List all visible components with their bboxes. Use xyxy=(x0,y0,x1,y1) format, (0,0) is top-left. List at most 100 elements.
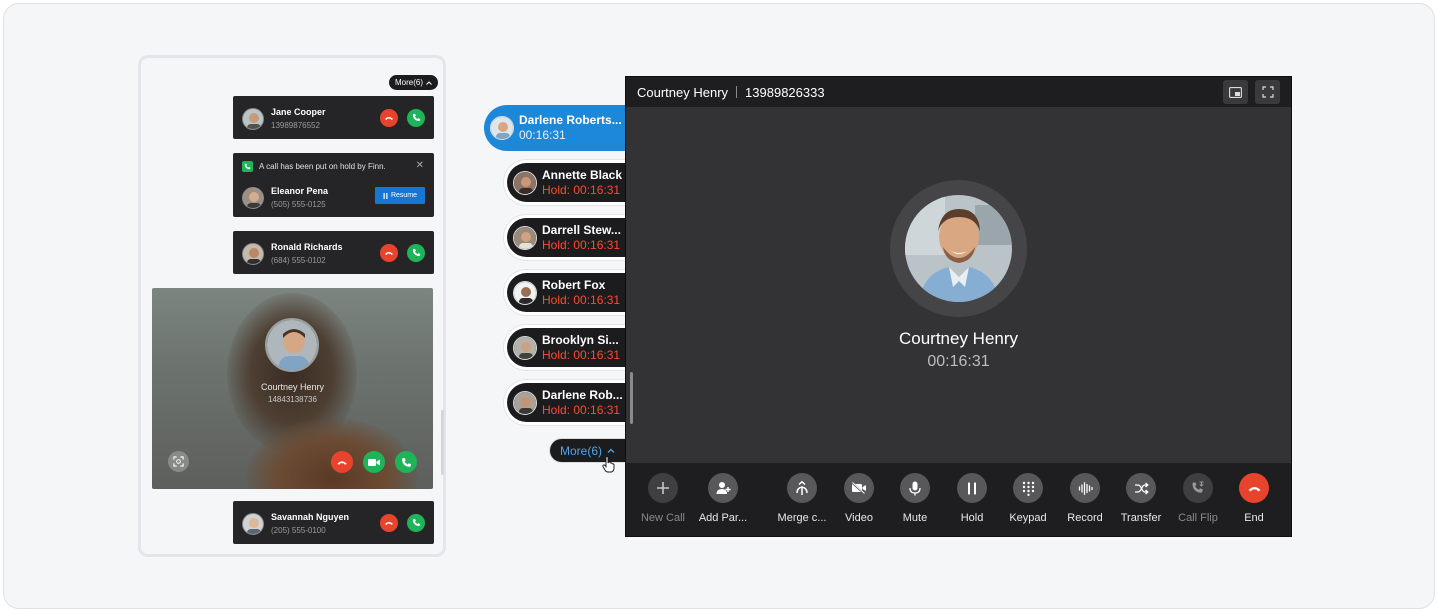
call-list-item[interactable]: Darlene Rob... Hold: 00:16:31 xyxy=(504,380,626,425)
active-call-window: Courtney Henry 13989826333 Courtney Henr… xyxy=(625,76,1292,537)
avatar xyxy=(242,242,264,265)
call-list-name: Darlene Roberts... xyxy=(519,113,622,127)
hold-notification-card: A call has been put on hold by Finn. ✕ E… xyxy=(233,153,434,217)
header-caller-number: 13989826333 xyxy=(745,84,825,100)
pause-icon xyxy=(968,482,976,494)
transfer-button[interactable]: Transfer xyxy=(1109,473,1173,524)
answer-button[interactable] xyxy=(407,108,425,127)
caller-name: Courtney Henry xyxy=(260,382,325,392)
incoming-video-call-card[interactable]: Courtney Henry 14843138736 xyxy=(152,288,433,489)
answer-button[interactable] xyxy=(407,513,425,532)
answer-button[interactable] xyxy=(407,243,425,262)
avatar xyxy=(513,390,537,415)
stack-more-button[interactable]: More(6) xyxy=(389,75,439,90)
plus-icon xyxy=(657,482,669,494)
tool-label: New Call xyxy=(640,512,685,524)
scrollbar[interactable] xyxy=(441,410,444,475)
close-icon[interactable]: ✕ xyxy=(416,161,424,171)
merge-calls-button[interactable]: Merge c... xyxy=(770,473,834,524)
keypad-button[interactable]: Keypad xyxy=(996,473,1060,524)
tool-label: Record xyxy=(1067,512,1103,524)
caller-name: Ronald Richards xyxy=(271,242,343,252)
answer-video-button[interactable] xyxy=(363,451,385,473)
video-button[interactable]: Video xyxy=(827,473,891,524)
decline-button[interactable] xyxy=(380,513,398,532)
call-duration: 00:16:31 xyxy=(927,353,990,370)
tool-label: Hold xyxy=(960,512,984,524)
call-flip-icon xyxy=(1192,481,1204,493)
avatar xyxy=(265,318,319,372)
call-list-name: Robert Fox xyxy=(542,277,606,292)
incoming-call-card[interactable]: Ronald Richards (684) 555-0102 xyxy=(233,231,434,274)
call-toolbar: New Call Add Par... Merge c... Video Mut… xyxy=(626,463,1291,536)
caller-number: (205) 555-0100 xyxy=(271,526,326,535)
call-window-header: Courtney Henry 13989826333 xyxy=(626,77,1291,107)
hangup-icon xyxy=(385,116,393,120)
caller-number: (505) 555-0125 xyxy=(271,200,326,209)
keypad-icon xyxy=(1022,481,1034,496)
picture-in-picture-icon xyxy=(1229,86,1242,98)
incoming-call-card[interactable]: Savannah Nguyen (205) 555-0100 xyxy=(233,501,434,544)
fullscreen-icon xyxy=(1261,86,1274,98)
call-list-time: Hold: 00:16:31 xyxy=(542,182,621,197)
caller-number: 13989876552 xyxy=(271,121,320,130)
end-call-button[interactable]: End xyxy=(1222,473,1286,524)
avatar xyxy=(905,195,1012,302)
call-list-item[interactable]: Annette Black Hold: 00:16:31 xyxy=(504,160,626,205)
add-participant-button[interactable]: Add Par... xyxy=(691,473,755,524)
caller-name: Savannah Nguyen xyxy=(271,512,350,522)
scan-face-icon xyxy=(173,456,184,467)
hangup-icon xyxy=(385,251,393,255)
hold-button[interactable]: Hold xyxy=(940,473,1004,524)
call-list-name: Darlene Rob... xyxy=(542,387,623,402)
hangup-icon xyxy=(337,460,347,465)
caller-number: 14843138736 xyxy=(268,395,317,404)
add-participant-icon xyxy=(716,482,730,494)
decline-button[interactable] xyxy=(380,243,398,262)
record-button[interactable]: Record xyxy=(1053,473,1117,524)
phone-icon xyxy=(401,457,411,467)
video-icon xyxy=(368,458,380,466)
call-list-name: Brooklyn Si... xyxy=(542,332,619,347)
chevron-up-icon xyxy=(426,80,432,85)
call-stack-panel: More(6) Jane Cooper 13989876552 A call h… xyxy=(138,55,446,557)
call-list-time: Hold: 00:16:31 xyxy=(542,402,621,417)
new-call-button[interactable]: New Call xyxy=(631,473,695,524)
decline-button[interactable] xyxy=(380,108,398,127)
decline-button[interactable] xyxy=(331,451,353,473)
scrollbar[interactable] xyxy=(630,372,633,424)
avatar xyxy=(242,107,264,130)
call-flip-button[interactable]: Call Flip xyxy=(1166,473,1230,524)
picture-in-picture-button[interactable] xyxy=(1223,80,1248,104)
tool-label: Video xyxy=(845,512,873,524)
call-list-time: Hold: 00:16:31 xyxy=(542,237,621,252)
hold-message: A call has been put on hold by Finn. xyxy=(259,162,386,171)
call-list-item[interactable]: Darrell Stew... Hold: 00:16:31 xyxy=(504,215,626,260)
pause-icon xyxy=(383,192,388,199)
call-list-item[interactable]: Brooklyn Si... Hold: 00:16:31 xyxy=(504,325,626,370)
mute-button[interactable]: Mute xyxy=(883,473,947,524)
fullscreen-button[interactable] xyxy=(1255,80,1280,104)
resume-button[interactable]: Resume xyxy=(375,187,425,204)
phone-icon xyxy=(412,518,420,527)
tool-label: Merge c... xyxy=(777,512,827,524)
call-list-more-label: More(6) xyxy=(559,443,602,458)
hangup-icon xyxy=(385,521,393,525)
avatar xyxy=(513,170,537,195)
background-blur-button[interactable] xyxy=(168,451,189,472)
phone-icon xyxy=(412,113,420,122)
tool-label: Add Par... xyxy=(698,512,748,524)
chevron-up-icon xyxy=(607,448,615,453)
call-list-time: 00:16:31 xyxy=(519,128,566,142)
answer-button[interactable] xyxy=(395,451,417,473)
call-list-time: Hold: 00:16:31 xyxy=(542,347,621,362)
incoming-call-card[interactable]: Jane Cooper 13989876552 xyxy=(233,96,434,139)
waveform-icon xyxy=(1078,481,1093,495)
caller-number: (684) 555-0102 xyxy=(271,256,326,265)
call-list-item-active[interactable]: Darlene Roberts... 00:16:31 xyxy=(484,105,626,151)
call-list-item[interactable]: Robert Fox Hold: 00:16:31 xyxy=(504,270,626,315)
avatar xyxy=(513,280,537,305)
resume-label: Resume xyxy=(390,192,418,199)
call-list-name: Darrell Stew... xyxy=(542,222,621,237)
phone-icon xyxy=(242,161,253,172)
